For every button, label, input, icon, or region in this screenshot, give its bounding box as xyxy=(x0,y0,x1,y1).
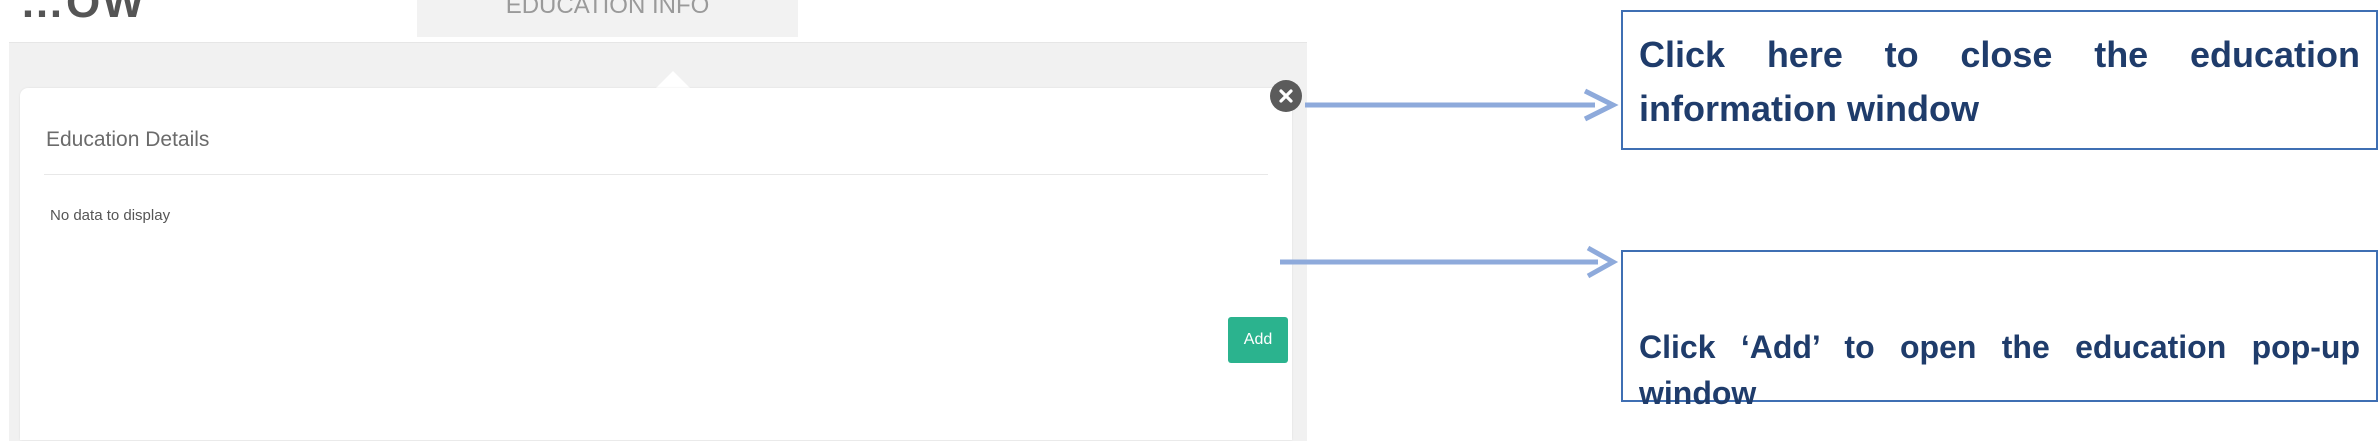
callout-add-text: Click ‘Add’ to open the education pop-up… xyxy=(1639,329,2360,411)
callout-close-info: Click here to close the education inform… xyxy=(1621,10,2378,150)
callout-close-text: Click here to close the education inform… xyxy=(1639,34,2360,129)
callout-add-info: Click ‘Add’ to open the education pop-up… xyxy=(1621,250,2378,411)
